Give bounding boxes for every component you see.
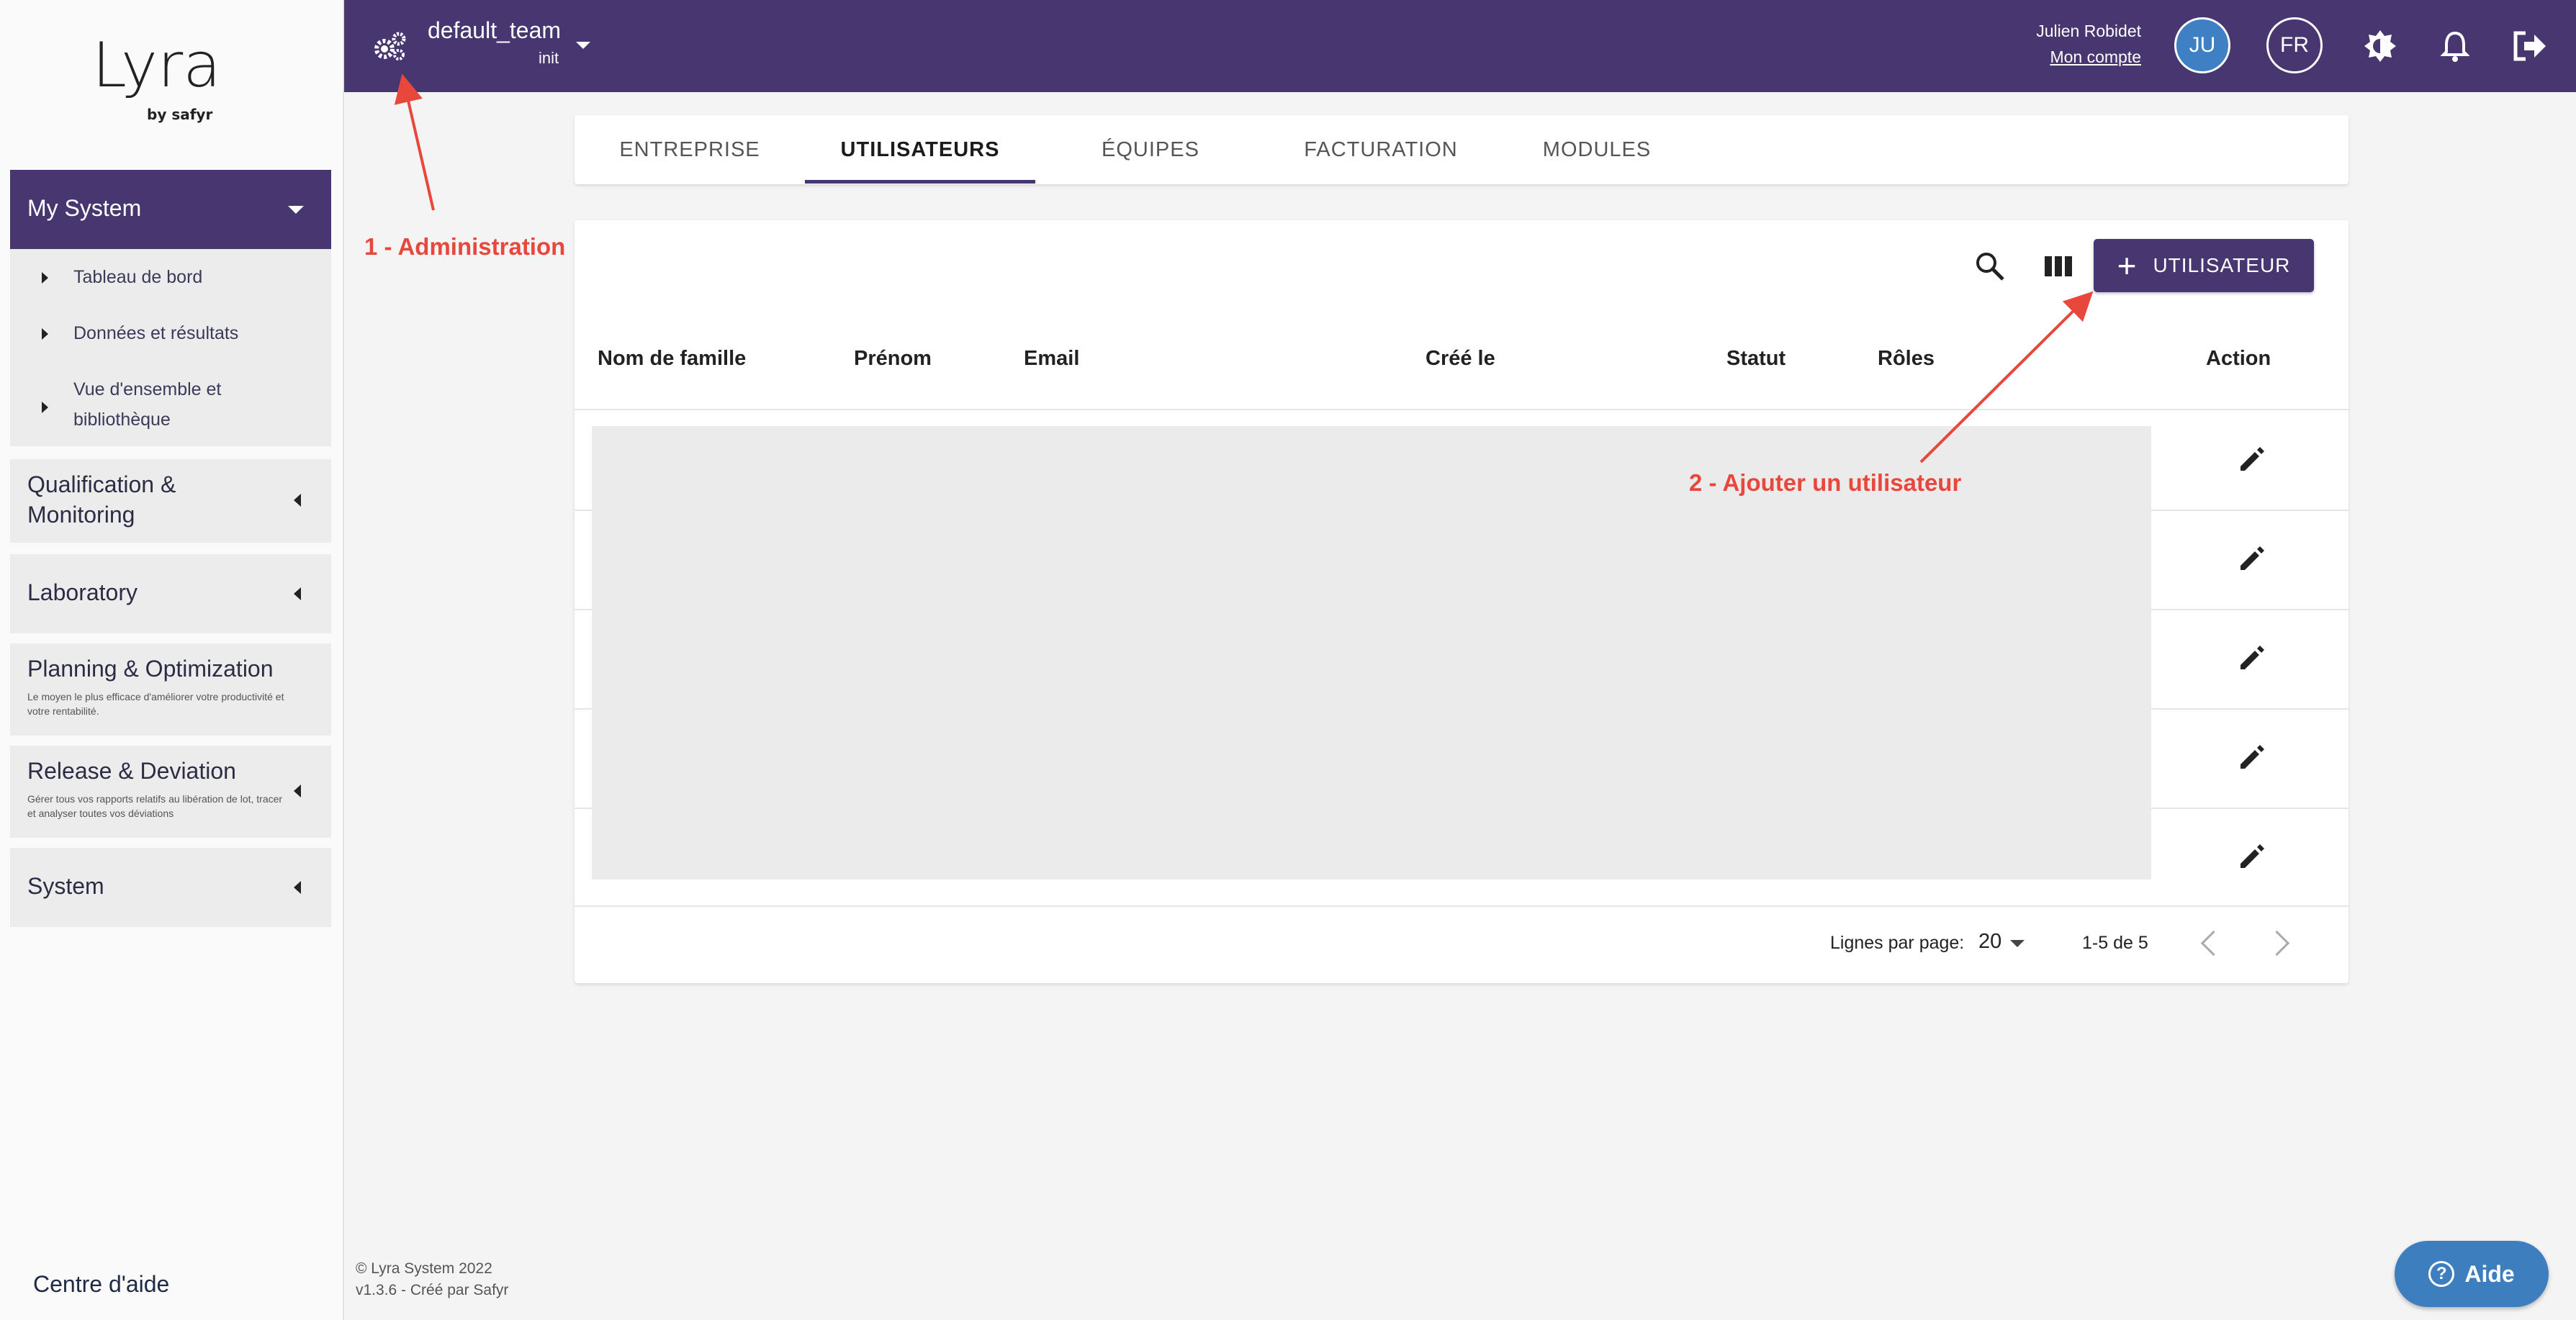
caret-right-icon xyxy=(42,402,48,413)
sidebar-section-my-system[interactable]: My System xyxy=(10,170,331,249)
chevron-down-icon xyxy=(288,206,304,214)
tab-facturation[interactable]: FACTURATION xyxy=(1287,115,1474,184)
team-subtitle: init xyxy=(539,49,559,67)
team-dropdown-icon[interactable] xyxy=(576,42,590,49)
column-header-email[interactable]: Email xyxy=(1024,347,1079,371)
caret-right-icon xyxy=(42,328,48,340)
pagination-range: 1-5 de 5 xyxy=(2082,933,2148,953)
theme-toggle-icon[interactable] xyxy=(2363,29,2397,63)
user-name: Julien Robidet xyxy=(2036,22,2141,40)
notifications-bell-icon[interactable] xyxy=(2441,29,2469,63)
column-header-created[interactable]: Créé le xyxy=(1426,347,1495,371)
section-title: System xyxy=(27,873,104,899)
section-title: Laboratory xyxy=(27,579,138,605)
chevron-down-icon[interactable] xyxy=(2010,940,2025,947)
section-title: Qualification & Monitoring xyxy=(27,471,176,528)
help-center-link[interactable]: Centre d'aide xyxy=(33,1271,169,1298)
tab-utilisateurs[interactable]: UTILISATEURS xyxy=(805,115,1035,184)
users-table-card: + UTILISATEUR Nom de famille Prénom Emai… xyxy=(575,220,2348,983)
my-system-submenu: Tableau de bord Données et résultats Vue… xyxy=(10,249,331,446)
caret-left-icon xyxy=(294,881,301,894)
arrow-to-admin xyxy=(394,73,435,211)
sidebar-item-label: Vue d'ensemble et bibliothèque xyxy=(73,379,222,430)
caret-left-icon xyxy=(294,494,301,507)
sidebar-item-tableau-de-bord[interactable]: Tableau de bord xyxy=(10,262,331,294)
section-title: Release & Deviation xyxy=(27,758,236,784)
help-button[interactable]: ? Aide xyxy=(2395,1241,2549,1307)
add-user-label: UTILISATEUR xyxy=(2153,254,2291,276)
sidebar-item-vue-ensemble[interactable]: Vue d'ensemble et bibliothèque xyxy=(10,374,331,439)
edit-pencil-icon[interactable] xyxy=(2238,743,2266,772)
caret-left-icon xyxy=(294,587,301,600)
divider xyxy=(575,905,2348,907)
next-page-icon[interactable] xyxy=(2264,930,2290,957)
tab-equipes[interactable]: ÉQUIPES xyxy=(1078,115,1222,184)
admin-tabs: ENTREPRISE UTILISATEURS ÉQUIPES FACTURAT… xyxy=(575,115,2348,184)
plus-icon: + xyxy=(2117,247,2138,284)
caret-right-icon xyxy=(42,272,48,284)
rows-per-page-label: Lignes par page: xyxy=(1830,933,1965,953)
sidebar-section-system[interactable]: System xyxy=(10,848,331,927)
edit-pencil-icon[interactable] xyxy=(2238,643,2266,672)
section-title: My System xyxy=(27,195,142,221)
question-mark-icon: ? xyxy=(2428,1261,2455,1287)
sidebar: Lyra by safyr My System Tableau de bord … xyxy=(0,0,344,1320)
logo-subtext: by safyr xyxy=(147,106,212,123)
annotation-add-user: 2 - Ajouter un utilisateur xyxy=(1689,469,1962,496)
tab-entreprise[interactable]: ENTREPRISE xyxy=(603,115,776,184)
section-description: Le moyen le plus efficace d'améliorer vo… xyxy=(27,691,284,717)
active-tab-indicator xyxy=(805,180,1035,184)
sidebar-item-label: Tableau de bord xyxy=(73,267,203,287)
version-text: v1.3.6 - Créé par Safyr xyxy=(356,1282,509,1298)
my-account-link[interactable]: Mon compte xyxy=(2050,48,2141,67)
section-title: Planning & Optimization xyxy=(27,656,274,682)
copyright: © Lyra System 2022 v1.3.6 - Créé par Saf… xyxy=(356,1258,508,1301)
column-header-first-name[interactable]: Prénom xyxy=(854,347,932,371)
team-name[interactable]: default_team xyxy=(428,17,561,44)
logo-text: Lyra xyxy=(92,36,221,101)
caret-left-icon xyxy=(294,785,301,797)
section-description: Gérer tous vos rapports relatifs au libé… xyxy=(27,793,283,819)
lyra-logo[interactable]: Lyra by safyr xyxy=(86,36,259,130)
previous-page-icon[interactable] xyxy=(2200,930,2227,957)
settings-gears-icon[interactable] xyxy=(371,29,409,63)
sidebar-section-planning[interactable]: Planning & Optimization Le moyen le plus… xyxy=(10,643,331,736)
sidebar-section-qualification[interactable]: Qualification & Monitoring xyxy=(10,459,331,543)
annotation-administration: 1 - Administration xyxy=(364,233,566,260)
logout-icon[interactable] xyxy=(2511,29,2547,63)
sidebar-item-donnees-resultats[interactable]: Données et résultats xyxy=(10,318,331,350)
edit-pencil-icon[interactable] xyxy=(2238,544,2266,573)
column-header-action: Action xyxy=(2206,347,2271,370)
column-header-roles[interactable]: Rôles xyxy=(1878,347,1935,371)
divider xyxy=(575,409,2348,410)
search-icon[interactable] xyxy=(1974,250,2006,282)
help-button-label: Aide xyxy=(2464,1260,2515,1287)
add-user-button[interactable]: + UTILISATEUR xyxy=(2094,239,2314,292)
column-header-status[interactable]: Statut xyxy=(1726,347,1785,371)
edit-pencil-icon[interactable] xyxy=(2238,842,2266,871)
language-button[interactable]: FR xyxy=(2266,17,2323,73)
column-header-last-name[interactable]: Nom de famille xyxy=(598,347,746,371)
sidebar-section-release[interactable]: Release & Deviation Gérer tous vos rappo… xyxy=(10,746,331,838)
avatar[interactable]: JU xyxy=(2174,17,2230,73)
top-bar: default_team init Julien Robidet Mon com… xyxy=(344,0,2576,92)
sidebar-section-laboratory[interactable]: Laboratory xyxy=(10,554,331,633)
rows-per-page-select[interactable]: 20 xyxy=(1978,930,2001,954)
sidebar-item-label: Données et résultats xyxy=(73,323,239,343)
columns-icon[interactable] xyxy=(2045,255,2072,278)
copyright-text: © Lyra System 2022 xyxy=(356,1260,492,1277)
edit-pencil-icon[interactable] xyxy=(2238,445,2266,474)
tab-modules[interactable]: MODULES xyxy=(1525,115,1669,184)
